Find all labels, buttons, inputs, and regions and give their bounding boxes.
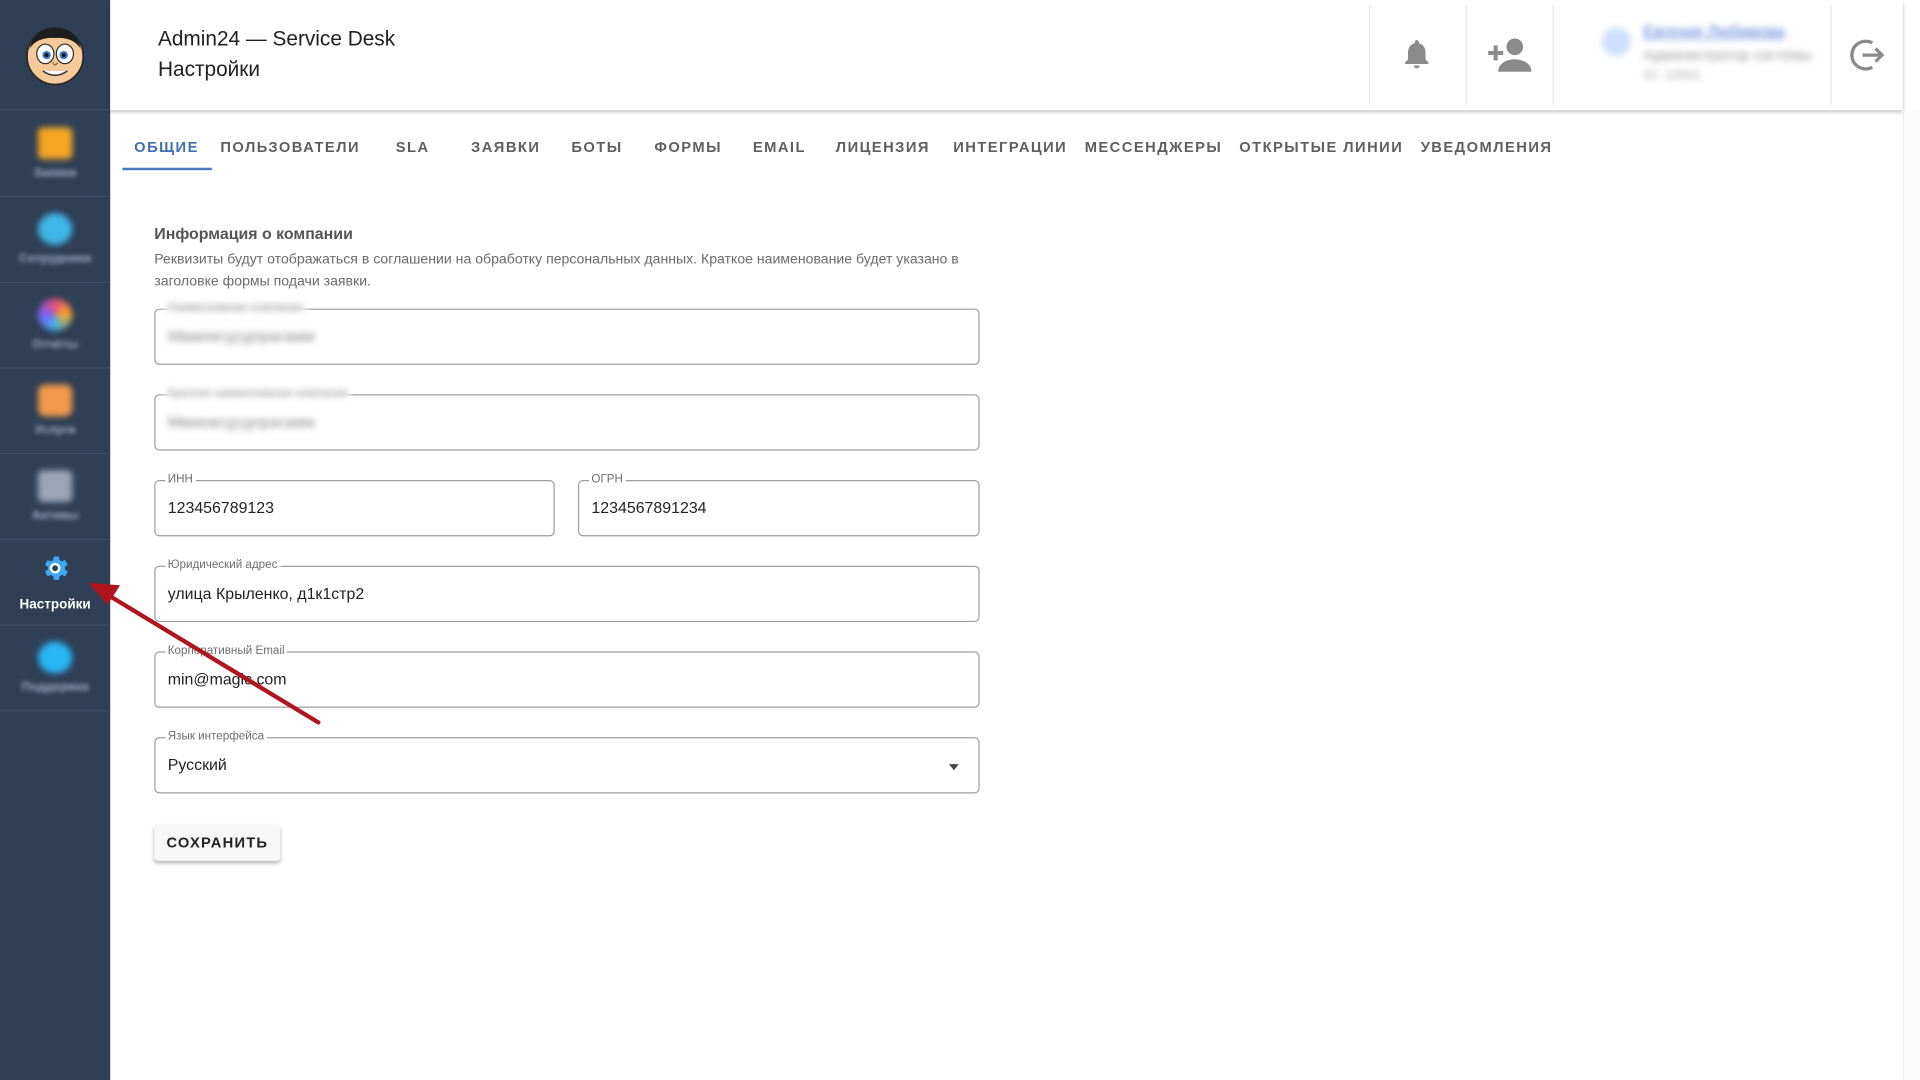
user-id: ID: 10001 — [1643, 68, 1702, 84]
field-label: Юридический адрес — [165, 558, 280, 574]
section-description: Реквизиты будут отображаться в соглашени… — [154, 252, 959, 289]
mascot-face-icon — [26, 26, 85, 85]
field-value: улица Крыленко, д1к1стр2 — [167, 584, 365, 603]
app-logo[interactable] — [0, 0, 111, 111]
field-value: min@magic.com — [167, 669, 287, 689]
sidebar-item-label: Сотрудники — [18, 252, 92, 266]
logout-button[interactable] — [1837, 24, 1898, 85]
header-divider — [1465, 4, 1467, 106]
sidebar-item-label: Услуги — [34, 423, 76, 438]
sidebar-item-label: Отчёты — [32, 337, 79, 352]
tab-general[interactable]: ОБЩИЕ — [121, 125, 212, 169]
field-value: 123456789123 — [167, 498, 275, 517]
tab-users[interactable]: ПОЛЬЗОВАТЕЛИ — [219, 125, 361, 169]
app-title: Admin24 — Service Desk — [157, 26, 396, 51]
folder-icon — [37, 127, 73, 160]
legal-address-field[interactable]: Юридический адрес улица Крыленко, д1к1ст… — [154, 558, 980, 623]
sidebar-item-label: Заявки — [33, 166, 77, 181]
field-label: ИНН — [165, 472, 196, 488]
notifications-button[interactable] — [1386, 24, 1447, 85]
tab-sla[interactable]: SLA — [378, 125, 447, 169]
field-value: Мвмемтдтдпрагамм — [167, 326, 315, 346]
field-label: ОГРН — [588, 472, 626, 488]
tab-bots[interactable]: БОТЫ — [562, 125, 632, 169]
field-value: 1234567891234 — [591, 498, 707, 517]
tab-integrations[interactable]: ИНТЕГРАЦИИ — [950, 125, 1070, 169]
sidebar-item-label: Поддержка — [21, 680, 89, 695]
person-add-icon — [1488, 38, 1532, 72]
user-profile[interactable]: Евгения Любимова Администратор системы I… — [1589, 17, 1822, 93]
sidebar-item-settings[interactable]: Настройки — [0, 540, 111, 626]
user-name[interactable]: Евгения Любимова — [1643, 22, 1784, 40]
header-divider — [1552, 4, 1554, 106]
bell-icon — [1405, 40, 1429, 69]
header-divider — [1368, 4, 1371, 106]
tab-messengers[interactable]: МЕССЕНДЖЕРЫ — [1085, 125, 1221, 169]
company-name-field[interactable]: Наименование компании Мвмемтдтдпрагамм — [154, 301, 980, 365]
page-scrollbar[interactable] — [1902, 110, 1920, 1080]
sidebar-item-3[interactable]: Услуги — [0, 369, 111, 455]
tab-license[interactable]: ЛИЦЕНЗИЯ — [831, 125, 934, 169]
chart-icon — [37, 298, 73, 331]
sidebar-item-2[interactable]: Отчёты — [0, 283, 111, 369]
active-tab-indicator — [122, 167, 212, 171]
top-header: Admin24 — Service Desk Настройки Евгения… — [110, 0, 1903, 111]
sidebar-item-6[interactable]: Поддержка — [0, 626, 111, 712]
page-title: Настройки — [157, 57, 261, 81]
tab-open-lines[interactable]: ОТКРЫТЫЕ ЛИНИИ — [1239, 125, 1402, 169]
tab-requests[interactable]: ЗАЯВКИ — [464, 125, 547, 169]
catalog-icon — [37, 384, 73, 417]
save-button[interactable]: СОХРАНИТЬ — [154, 824, 281, 861]
tab-email[interactable]: EMAIL — [743, 125, 815, 169]
asset-icon — [37, 470, 73, 503]
logout-icon — [1850, 39, 1885, 71]
interface-language-select[interactable]: Язык интерфейса Русский — [154, 729, 980, 794]
sidebar-item-label: Настройки — [19, 597, 91, 613]
header-divider — [1830, 4, 1832, 106]
sidebar-item-label: Активы — [31, 509, 79, 523]
field-label: Краткое наименование компании — [165, 386, 351, 402]
sidebar-item-0[interactable]: Заявки — [0, 111, 111, 198]
sidebar: Заявки Сотрудники Отчёты Услуги Активы Н… — [0, 0, 111, 1080]
tab-notifications[interactable]: УВЕДОМЛЕНИЯ — [1419, 125, 1554, 169]
support-icon — [37, 641, 73, 674]
field-value: Мвмемтдтдпрагамм — [167, 412, 315, 432]
add-user-button[interactable] — [1479, 24, 1540, 85]
field-label: Корпоративный Email — [165, 644, 287, 659]
ogrn-field[interactable]: ОГРН 1234567891234 — [577, 472, 980, 537]
sidebar-item-1[interactable]: Сотрудники — [0, 197, 111, 283]
corporate-email-field[interactable]: Корпоративный Email min@magic.com — [154, 644, 980, 708]
short-name-field[interactable]: Краткое наименование компании Мвмемтдтдп… — [154, 386, 980, 451]
field-label: Язык интерфейса — [165, 729, 267, 745]
user-role: Администратор системы — [1643, 46, 1812, 64]
field-label: Наименование компании — [165, 301, 306, 316]
gear-icon — [39, 552, 71, 590]
users-icon — [37, 213, 73, 245]
section-title: Информация о компании — [154, 224, 353, 243]
avatar — [1601, 26, 1632, 57]
sidebar-item-4[interactable]: Активы — [0, 454, 111, 541]
field-value: Русский — [167, 755, 227, 774]
inn-field[interactable]: ИНН 123456789123 — [154, 472, 555, 537]
tab-forms[interactable]: ФОРМЫ — [648, 125, 729, 169]
chevron-down-icon[interactable] — [948, 764, 959, 771]
